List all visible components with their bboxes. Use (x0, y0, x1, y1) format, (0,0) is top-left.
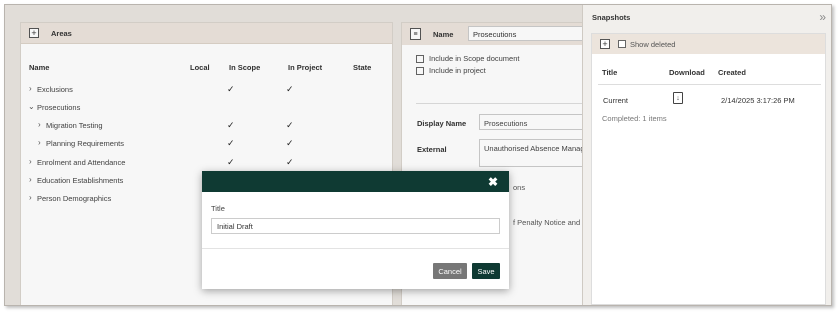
snapshots-toolbar: + Show deleted (592, 34, 825, 54)
column-download[interactable]: Download (669, 68, 705, 77)
close-icon[interactable]: ✖ (488, 175, 498, 189)
divider (202, 248, 509, 249)
title-input[interactable]: Initial Draft (211, 218, 500, 234)
snapshot-dialog: ✖ Title Initial Draft Cancel Save (202, 171, 509, 289)
download-icon[interactable]: ↓ (673, 92, 683, 104)
dialog-header: ✖ (202, 171, 509, 192)
snapshots-card: + Show deleted Title Download Created Cu… (591, 33, 826, 305)
snapshot-title-cell: Current (603, 96, 629, 105)
snapshots-title: Snapshots (592, 13, 631, 22)
save-button[interactable]: Save (472, 263, 500, 279)
snapshot-created-cell: 2/14/2025 3:17:26 PM (721, 96, 795, 105)
cancel-button[interactable]: Cancel (433, 263, 467, 279)
show-deleted-toggle[interactable]: Show deleted (618, 40, 675, 49)
show-deleted-label: Show deleted (630, 39, 676, 49)
completed-status: Completed: 1 items (602, 114, 667, 123)
snapshots-panel: Snapshots » + Show deleted Title Downloa… (582, 5, 831, 305)
title-field-label: Title (211, 204, 225, 213)
column-title[interactable]: Title (602, 68, 617, 77)
divider (598, 84, 821, 85)
collapse-panel-icon[interactable]: » (819, 10, 826, 24)
column-created[interactable]: Created (718, 68, 746, 77)
plus-square-icon[interactable]: + (600, 39, 610, 49)
show-deleted-checkbox[interactable] (618, 40, 626, 48)
